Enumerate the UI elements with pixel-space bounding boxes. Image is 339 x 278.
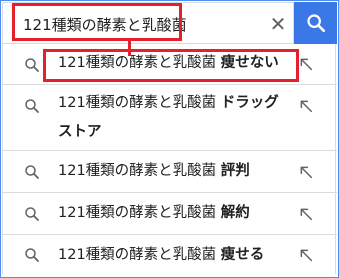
search-icon: [25, 248, 39, 262]
suggestion-prefix: 121種類の酵素と乳酸菌: [58, 163, 217, 179]
search-icon: [25, 207, 39, 221]
suggestion-prefix: 121種類の酵素と乳酸菌: [58, 205, 217, 221]
search-icon: [25, 165, 39, 179]
search-button[interactable]: [294, 2, 337, 44]
suggestion-suffix: 評判: [220, 163, 250, 179]
suggestion-suffix: 痩せる: [220, 247, 265, 263]
search-icon: [25, 99, 39, 113]
suggestion-item[interactable]: 121種類の酵素と乳酸菌 解約: [3, 192, 337, 235]
arrow-up-left-icon[interactable]: [298, 206, 314, 222]
highlight-box-query: [12, 3, 182, 41]
search-icon: [306, 14, 325, 33]
suggestion-text: 121種類の酵素と乳酸菌 ドラッグストア: [58, 89, 290, 147]
suggestion-text: 121種類の酵素と乳酸菌 痩せる: [58, 241, 290, 270]
suggestion-text: 121種類の酵素と乳酸菌 評判: [58, 157, 290, 186]
suggestion-item[interactable]: 121種類の酵素と乳酸菌 評判: [3, 150, 337, 193]
arrow-up-left-icon[interactable]: [298, 164, 314, 180]
highlight-box-suggestion: [43, 49, 299, 82]
suggestion-item[interactable]: 121種類の酵素と乳酸菌 ドラッグストア: [3, 84, 337, 151]
arrow-up-left-icon[interactable]: [298, 98, 314, 114]
arrow-up-left-icon[interactable]: [298, 247, 314, 263]
suggestion-prefix: 121種類の酵素と乳酸菌: [58, 247, 217, 263]
arrow-up-left-icon[interactable]: [298, 56, 314, 72]
suggestion-item[interactable]: 121種類の酵素と乳酸菌 痩せる: [3, 234, 337, 275]
suggestion-text: 121種類の酵素と乳酸菌 解約: [58, 199, 290, 228]
suggestion-prefix: 121種類の酵素と乳酸菌: [58, 95, 217, 111]
suggestion-suffix: 解約: [220, 205, 250, 221]
search-icon: [25, 58, 39, 72]
close-icon[interactable]: ✕: [267, 12, 289, 36]
